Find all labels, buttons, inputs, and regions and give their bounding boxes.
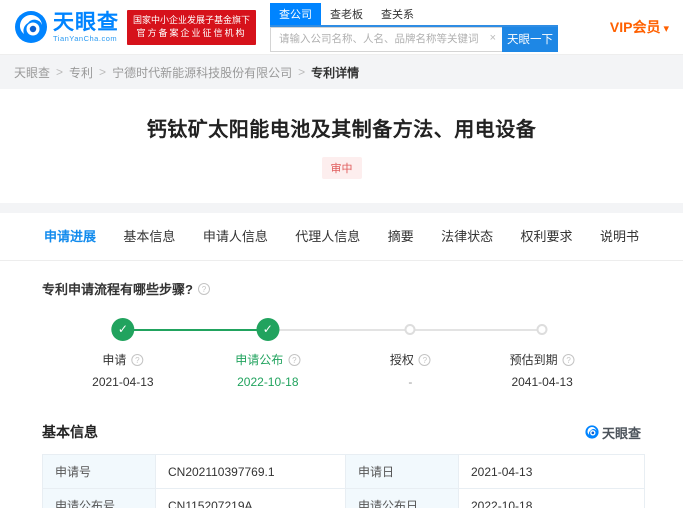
help-icon[interactable] bbox=[197, 282, 210, 295]
breadcrumb: 天眼查 > 专利 > 宁德时代新能源科技股份有限公司 > 专利详情 bbox=[0, 55, 683, 89]
check-icon bbox=[256, 318, 280, 341]
status-badge: 审中 bbox=[321, 157, 362, 179]
clear-search-icon[interactable]: × bbox=[490, 32, 496, 44]
process-section-heading: 专利申请流程有哪些步骤? bbox=[0, 261, 683, 298]
detail-tabbar: 申请进展 基本信息 申请人信息 代理人信息 摘要 法律状态 权利要求 说明书 bbox=[0, 213, 683, 261]
gov-badge-line2: 官方备案企业征信机构 bbox=[136, 28, 247, 38]
help-icon[interactable] bbox=[562, 353, 575, 366]
patent-progress-stepper: 申请 2021-04-13 申请公布 2022-10-18 授权 - 预估到期 … bbox=[42, 318, 641, 396]
search-tab-boss[interactable]: 查老板 bbox=[321, 3, 372, 25]
tab-agent-info[interactable]: 代理人信息 bbox=[293, 213, 362, 260]
pending-circle-icon bbox=[536, 324, 548, 335]
help-icon[interactable] bbox=[288, 353, 301, 366]
logo-domain-text: TianYanCha.com bbox=[53, 33, 118, 43]
table-row: 申请公布号 CN115207219A 申请公布日 2022-10-18 bbox=[42, 488, 645, 508]
search-input[interactable] bbox=[270, 26, 503, 52]
tab-applicant-info[interactable]: 申请人信息 bbox=[201, 213, 270, 260]
header-search: 查公司 查老板 查关系 × 天眼一下 bbox=[270, 2, 559, 52]
field-value: 2021-04-13 bbox=[458, 454, 645, 489]
breadcrumb-home[interactable]: 天眼查 bbox=[14, 64, 50, 81]
step-date: 2021-04-13 bbox=[92, 375, 154, 389]
breadcrumb-separator: > bbox=[99, 65, 107, 79]
tianyancha-eye-icon bbox=[585, 425, 599, 439]
tab-claims[interactable]: 权利要求 bbox=[519, 213, 575, 260]
tianyancha-eye-icon bbox=[15, 11, 47, 43]
patent-title-card: 钙钛矿太阳能电池及其制备方法、用电设备 审中 bbox=[0, 89, 683, 203]
pending-circle-icon bbox=[404, 324, 416, 335]
step-date: 2022-10-18 bbox=[237, 375, 299, 389]
top-header: 天眼查 TianYanCha.com 国家中小企业发展子基金旗下 官方备案企业征… bbox=[0, 0, 683, 55]
tab-legal-status[interactable]: 法律状态 bbox=[439, 213, 495, 260]
field-label: 申请公布日 bbox=[345, 488, 459, 508]
field-label: 申请日 bbox=[345, 454, 459, 489]
field-value: 2022-10-18 bbox=[458, 488, 645, 508]
breadcrumb-separator: > bbox=[298, 65, 306, 79]
gov-certification-badge: 国家中小企业发展子基金旗下 官方备案企业征信机构 bbox=[127, 9, 257, 45]
table-row: 申请号 CN202110397769.1 申请日 2021-04-13 bbox=[42, 454, 645, 489]
help-icon[interactable] bbox=[418, 353, 431, 366]
tab-abstract[interactable]: 摘要 bbox=[386, 213, 416, 260]
field-label: 申请号 bbox=[42, 454, 156, 489]
tab-specification[interactable]: 说明书 bbox=[598, 213, 641, 260]
breadcrumb-separator: > bbox=[56, 65, 64, 79]
breadcrumb-patent[interactable]: 专利 bbox=[69, 64, 93, 81]
search-tabs: 查公司 查老板 查关系 bbox=[270, 2, 559, 27]
search-button[interactable]: 天眼一下 bbox=[502, 26, 559, 52]
search-tab-relation[interactable]: 查关系 bbox=[372, 3, 423, 25]
patent-detail-card: 申请进展 基本信息 申请人信息 代理人信息 摘要 法律状态 权利要求 说明书 专… bbox=[0, 213, 683, 508]
tab-application-progress[interactable]: 申请进展 bbox=[42, 213, 98, 260]
field-value: CN202110397769.1 bbox=[155, 454, 346, 489]
step-date: - bbox=[408, 375, 413, 389]
basic-info-table: 申请号 CN202110397769.1 申请日 2021-04-13 申请公布… bbox=[42, 454, 645, 508]
check-icon bbox=[111, 318, 135, 341]
step-grant: 授权 - bbox=[390, 318, 431, 389]
step-application: 申请 2021-04-13 bbox=[92, 318, 154, 389]
patent-title: 钙钛矿太阳能电池及其制备方法、用电设备 bbox=[146, 119, 537, 141]
field-label: 申请公布号 bbox=[42, 488, 156, 508]
step-estimated-expiry: 预估到期 2041-04-13 bbox=[510, 318, 575, 389]
basic-info-heading: 基本信息 bbox=[42, 424, 98, 440]
tab-basic-info[interactable]: 基本信息 bbox=[121, 213, 177, 260]
tianyancha-watermark: 天眼查 bbox=[585, 423, 641, 442]
help-icon[interactable] bbox=[131, 353, 144, 366]
search-tab-company[interactable]: 查公司 bbox=[270, 2, 322, 25]
step-publication: 申请公布 2022-10-18 bbox=[235, 318, 301, 389]
step-date: 2041-04-13 bbox=[511, 375, 573, 389]
tianyancha-logo[interactable]: 天眼查 TianYanCha.com bbox=[14, 10, 119, 44]
breadcrumb-company[interactable]: 宁德时代新能源科技股份有限公司 bbox=[112, 64, 292, 81]
breadcrumb-patent-detail: 专利详情 bbox=[311, 65, 360, 80]
logo-brand-text: 天眼查 bbox=[53, 10, 119, 34]
vip-member-menu[interactable]: VIP会员 bbox=[610, 17, 669, 37]
field-value: CN115207219A bbox=[155, 488, 346, 508]
gov-badge-line1: 国家中小企业发展子基金旗下 bbox=[133, 14, 251, 25]
